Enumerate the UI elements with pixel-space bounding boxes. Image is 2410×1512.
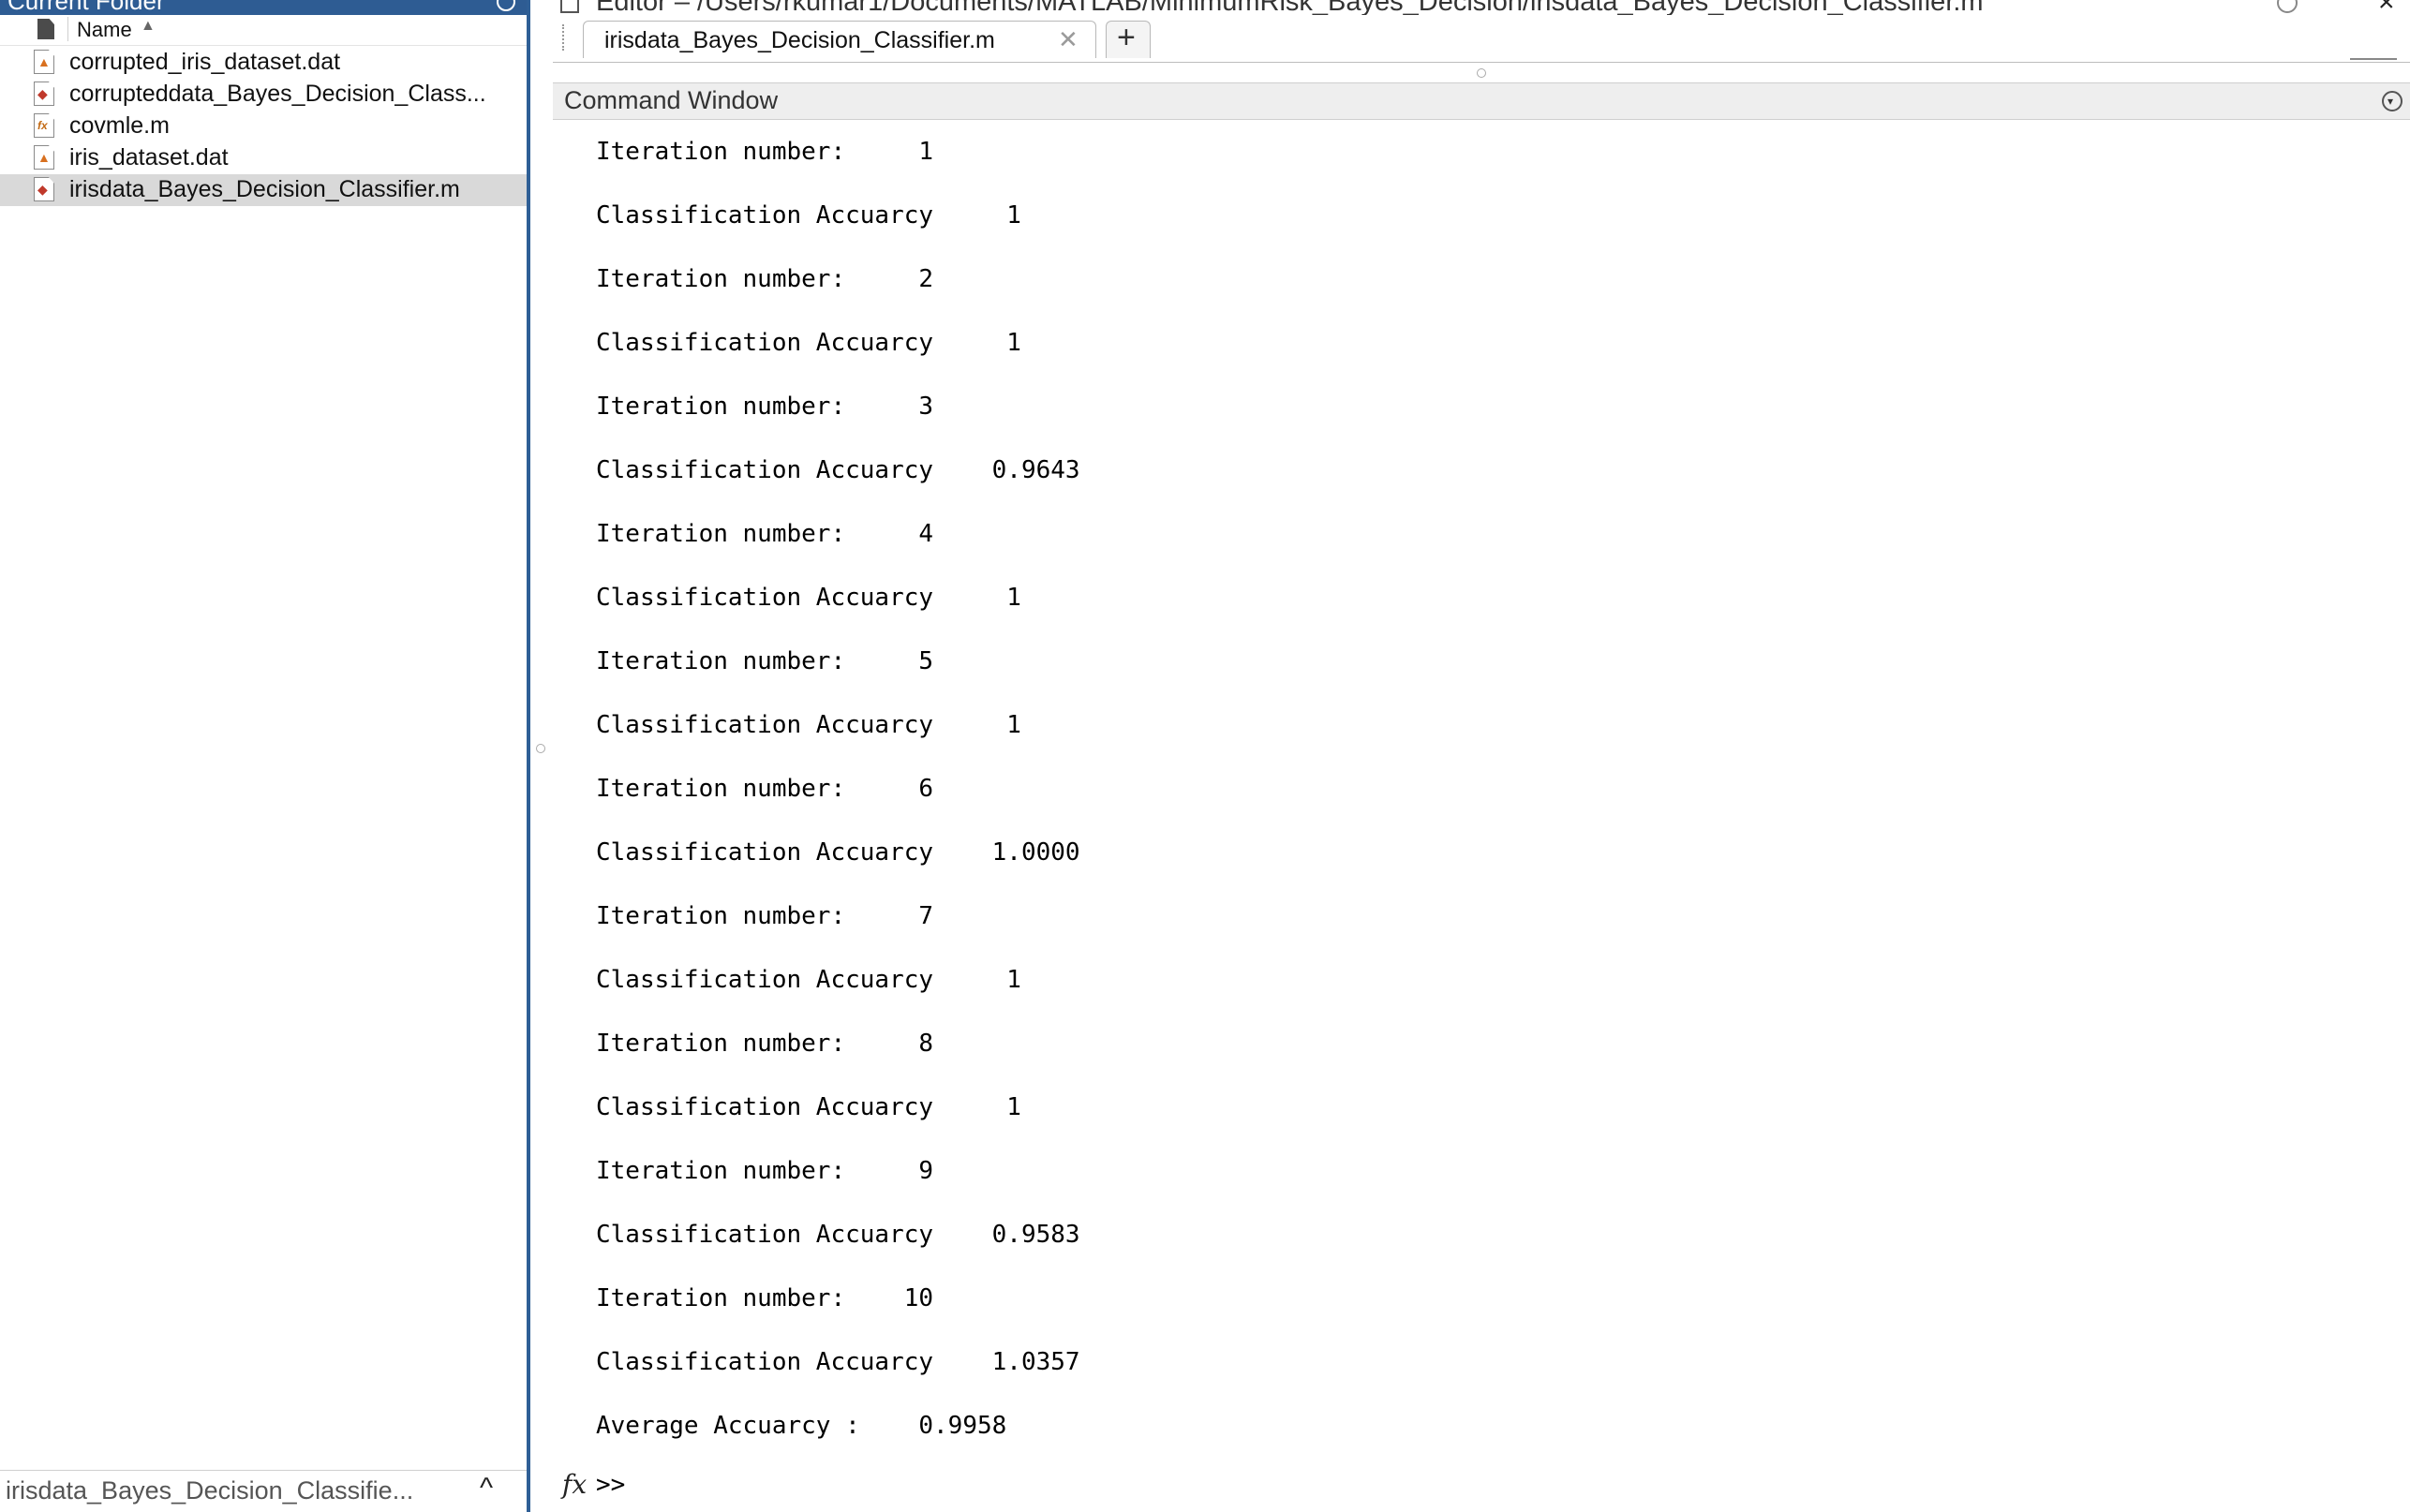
function-browser-icon[interactable]: fx	[562, 1469, 587, 1500]
output-line: Iteration number: 8	[596, 1030, 934, 1058]
file-row-selected[interactable]: ◆ irisdata_Bayes_Decision_Classifier.m	[0, 174, 527, 206]
output-line: Iteration number: 7	[596, 902, 934, 930]
splitter-handle-icon[interactable]	[1477, 68, 1486, 78]
output-line: Iteration number: 3	[596, 393, 934, 421]
current-folder-header[interactable]: Current Folder	[0, 0, 527, 15]
output-line: Classification Accuarcy 1	[596, 966, 1021, 994]
output-line: Classification Accuarcy 1.0357	[596, 1348, 1080, 1376]
chevron-down-icon: ▾	[2388, 95, 2394, 108]
editor-tab-strip: irisdata_Bayes_Decision_Classifier.m ✕ +	[553, 15, 2410, 63]
details-panel-bar[interactable]: irisdata_Bayes_Decision_Classifie... ^	[0, 1470, 527, 1512]
file-row[interactable]: ▲ corrupted_iris_dataset.dat	[0, 47, 527, 79]
file-row[interactable]: fx covmle.m	[0, 111, 527, 142]
output-line: Iteration number: 10	[596, 1284, 934, 1312]
file-list: ▲ corrupted_iris_dataset.dat ◆ corrupted…	[0, 47, 527, 206]
output-line: Iteration number: 6	[596, 775, 934, 803]
plus-icon: +	[1117, 20, 1136, 55]
output-line: Classification Accuarcy 1	[596, 584, 1021, 612]
output-line: Iteration number: 2	[596, 265, 934, 293]
output-line: Iteration number: 4	[596, 520, 934, 548]
file-name[interactable]: corrupted_iris_dataset.dat	[69, 49, 340, 76]
dat-file-icon: ▲	[34, 145, 54, 170]
editor-actions-icon[interactable]	[2277, 0, 2298, 13]
tab-label[interactable]: irisdata_Bayes_Decision_Classifier.m	[604, 27, 995, 54]
command-prompt[interactable]: >>	[596, 1471, 625, 1499]
splitter-handle-icon[interactable]	[536, 744, 545, 753]
editor-titlebar: Editor – /Users/rkumar1/Documents/MATLAB…	[553, 0, 2410, 15]
current-folder-title: Current Folder	[7, 0, 165, 15]
file-name[interactable]: covmle.m	[69, 112, 170, 140]
file-type-column-icon	[37, 19, 54, 39]
name-column-label[interactable]: Name	[77, 18, 132, 42]
tab-grip-icon[interactable]	[562, 24, 568, 51]
output-line: Classification Accuarcy 1	[596, 201, 1021, 230]
output-line: Classification Accuarcy 0.9643	[596, 456, 1080, 484]
output-lines: Iteration number: 1 Classification Accua…	[596, 126, 1080, 1463]
editor-pencil-icon	[560, 0, 579, 13]
command-window-header[interactable]: Command Window ▾	[553, 82, 2410, 120]
output-line: Classification Accuarcy 1	[596, 1093, 1021, 1121]
editor-content-collapsed	[553, 63, 2410, 82]
file-row[interactable]: ▲ iris_dataset.dat	[0, 142, 527, 174]
tab-close-icon[interactable]: ✕	[1058, 25, 1079, 54]
column-divider[interactable]	[67, 17, 68, 41]
tab-irisdata-script[interactable]: irisdata_Bayes_Decision_Classifier.m ✕	[583, 21, 1096, 58]
matlab-script-icon: ◆	[34, 177, 54, 201]
command-window-title: Command Window	[564, 86, 779, 114]
panel-actions-icon[interactable]	[497, 0, 515, 11]
output-line: Classification Accuarcy 1.0000	[596, 838, 1080, 867]
close-icon[interactable]: ×	[2378, 0, 2395, 15]
column-header[interactable]: Name ▲	[0, 15, 527, 46]
sort-ascending-icon[interactable]: ▲	[141, 18, 156, 35]
command-window-output[interactable]: Iteration number: 1 Classification Accua…	[553, 120, 2410, 1512]
output-line: Classification Accuarcy 1	[596, 711, 1021, 739]
dat-file-icon: ▲	[34, 50, 54, 74]
file-name[interactable]: iris_dataset.dat	[69, 144, 229, 171]
output-line: Average Accuarcy : 0.9958	[596, 1412, 1007, 1440]
editor-title: Editor – /Users/rkumar1/Documents/MATLAB…	[596, 0, 1984, 15]
chevron-up-icon[interactable]: ^	[480, 1473, 493, 1505]
editor-divider	[2350, 58, 2397, 60]
command-window-actions-icon[interactable]: ▾	[2382, 91, 2403, 111]
output-line: Iteration number: 1	[596, 138, 934, 166]
details-file-label: irisdata_Bayes_Decision_Classifie...	[6, 1476, 414, 1505]
file-name[interactable]: irisdata_Bayes_Decision_Classifier.m	[69, 176, 460, 203]
matlab-script-icon: ◆	[34, 82, 54, 106]
current-folder-panel: Current Folder Name ▲ ▲ corrupted_iris_d…	[0, 0, 530, 1512]
output-line: Classification Accuarcy 1	[596, 329, 1021, 357]
panel-splitter[interactable]	[530, 0, 553, 1512]
matlab-function-icon: fx	[34, 113, 54, 138]
output-line: Iteration number: 5	[596, 647, 934, 675]
output-line: Iteration number: 9	[596, 1157, 934, 1185]
output-line: Classification Accuarcy 0.9583	[596, 1221, 1080, 1249]
command-prompt-row[interactable]: fx >>	[562, 1467, 937, 1505]
file-name[interactable]: corrupteddata_Bayes_Decision_Class...	[69, 81, 486, 108]
new-tab-button[interactable]: +	[1106, 20, 1151, 58]
file-row[interactable]: ◆ corrupteddata_Bayes_Decision_Class...	[0, 79, 527, 111]
